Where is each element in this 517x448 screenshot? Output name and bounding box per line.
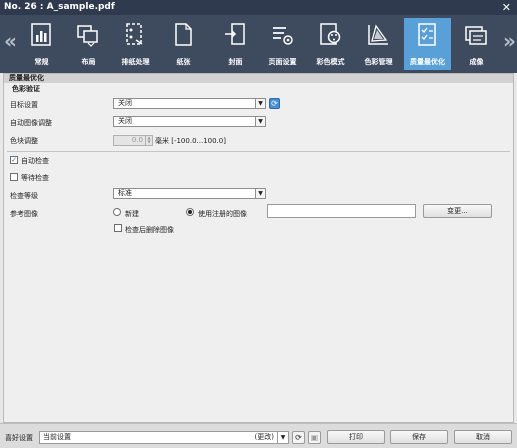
- tab-page-settings[interactable]: 页面设置: [259, 18, 306, 70]
- tab-label: 布局: [81, 58, 96, 66]
- patch-value: 0.0: [131, 136, 143, 144]
- ref-use-label: 使用注册的图像: [198, 210, 247, 218]
- preset-select[interactable]: 当前设置 (更改) ▼: [39, 431, 289, 444]
- ref-path-input[interactable]: [267, 204, 416, 218]
- auto-adjust-label: 自动图像调整: [10, 119, 52, 127]
- delete-after-checkbox[interactable]: [114, 224, 122, 232]
- level-label: 检查等级: [10, 192, 38, 200]
- ref-new-radio[interactable]: [113, 208, 121, 216]
- tab-label: 色彩管理: [364, 58, 393, 66]
- tab-label: 页面设置: [268, 58, 297, 66]
- tab-color-mode[interactable]: 彩色模式: [307, 18, 354, 70]
- auto-check-checkbox[interactable]: ✓: [10, 156, 18, 164]
- color-management-icon: [368, 24, 388, 45]
- spinner-arrows-icon: ▲ ▼: [145, 136, 152, 145]
- settings-panel: 质量最优化 色彩验证 目标设置 关闭 ▼ ⟳ 自动图像调整 关闭 ▼ 色块调整 …: [3, 73, 514, 423]
- refresh-icon[interactable]: ⟳: [269, 98, 280, 109]
- tab-paper[interactable]: 纸张: [160, 18, 207, 70]
- auto-check-label: 自动检查: [21, 157, 49, 165]
- tab-finishing[interactable]: 排纸处理: [112, 18, 159, 70]
- tab-color-management[interactable]: 色彩管理: [355, 18, 402, 70]
- level-select[interactable]: 标准 ▼: [113, 188, 266, 199]
- tab-label: 常规: [34, 58, 49, 66]
- tab-bar: « » 常规 布局 排纸处理 纸张 封面 页面设置 彩色模式 色彩管理 质量最优…: [0, 15, 517, 73]
- scroll-right-icon[interactable]: »: [503, 29, 516, 53]
- level-value: 标准: [118, 189, 132, 197]
- window-titlebar: No. 26 : A_sample.pdf ✕: [0, 0, 517, 15]
- target-label: 目标设置: [10, 101, 38, 109]
- preset-changed: (更改): [254, 433, 274, 441]
- patch-unit: 毫米 [-100.0...100.0]: [155, 137, 226, 145]
- tab-quality-optimization[interactable]: 质量最优化: [404, 18, 451, 70]
- page-settings-icon: [273, 27, 293, 45]
- tab-label: 成像: [469, 58, 484, 66]
- tab-label: 质量最优化: [410, 58, 445, 66]
- paper-icon: [175, 23, 192, 46]
- wait-check-label: 等待检查: [21, 174, 49, 182]
- cover-icon: [225, 23, 245, 45]
- tab-label: 纸张: [176, 58, 191, 66]
- imaging-icon: [465, 26, 487, 45]
- change-button[interactable]: 变更...: [423, 204, 492, 218]
- cancel-button[interactable]: 取消: [454, 430, 512, 444]
- bar-chart-doc-icon: [31, 23, 51, 46]
- auto-adjust-select[interactable]: 关闭 ▼: [113, 116, 266, 127]
- tab-layout[interactable]: 布局: [65, 18, 112, 70]
- save-disk-icon[interactable]: ▣: [308, 431, 321, 444]
- divider: [7, 151, 510, 152]
- tab-cover[interactable]: 封面: [212, 18, 259, 70]
- wait-check-checkbox[interactable]: [10, 173, 18, 181]
- target-value: 关闭: [118, 99, 132, 107]
- tab-general[interactable]: 常规: [18, 18, 65, 70]
- target-select[interactable]: 关闭 ▼: [113, 98, 266, 109]
- patch-label: 色块调整: [10, 137, 38, 145]
- quality-checklist-icon: [418, 23, 436, 46]
- chevron-down-icon: ▼: [255, 189, 265, 198]
- patch-spinner[interactable]: 0.0 ▲ ▼: [113, 135, 153, 146]
- layout-pages-icon: [77, 25, 98, 47]
- chevron-down-icon: ▼: [277, 432, 288, 443]
- finishing-icon: [126, 23, 143, 45]
- color-mode-icon: [320, 23, 341, 45]
- auto-adjust-value: 关闭: [118, 117, 132, 125]
- refresh-icon[interactable]: ⟳: [292, 431, 305, 444]
- chevron-down-icon: ▼: [255, 99, 265, 108]
- scroll-left-icon[interactable]: «: [4, 29, 17, 53]
- tab-label: 排纸处理: [121, 58, 150, 66]
- preset-label: 喜好设置: [5, 434, 33, 442]
- ref-use-radio[interactable]: [186, 208, 194, 216]
- preset-value: 当前设置: [43, 433, 71, 441]
- delete-after-label: 检查后删除图像: [125, 226, 174, 234]
- window-title: No. 26 : A_sample.pdf: [4, 2, 115, 12]
- ref-label: 参考图像: [10, 210, 38, 218]
- subsection-header: 色彩验证: [12, 85, 40, 93]
- tab-label: 彩色模式: [316, 58, 345, 66]
- section-header: 质量最优化: [4, 74, 513, 83]
- bottom-bar: 喜好设置 当前设置 (更改) ▼ ⟳ ▣ 打印 保存 取消: [0, 423, 517, 448]
- ref-new-label: 新建: [125, 210, 139, 218]
- tab-imaging[interactable]: 成像: [453, 18, 500, 70]
- close-icon[interactable]: ✕: [502, 0, 511, 15]
- print-button[interactable]: 打印: [327, 430, 385, 444]
- tab-label: 封面: [228, 58, 243, 66]
- save-button[interactable]: 保存: [390, 430, 448, 444]
- chevron-down-icon: ▼: [255, 117, 265, 126]
